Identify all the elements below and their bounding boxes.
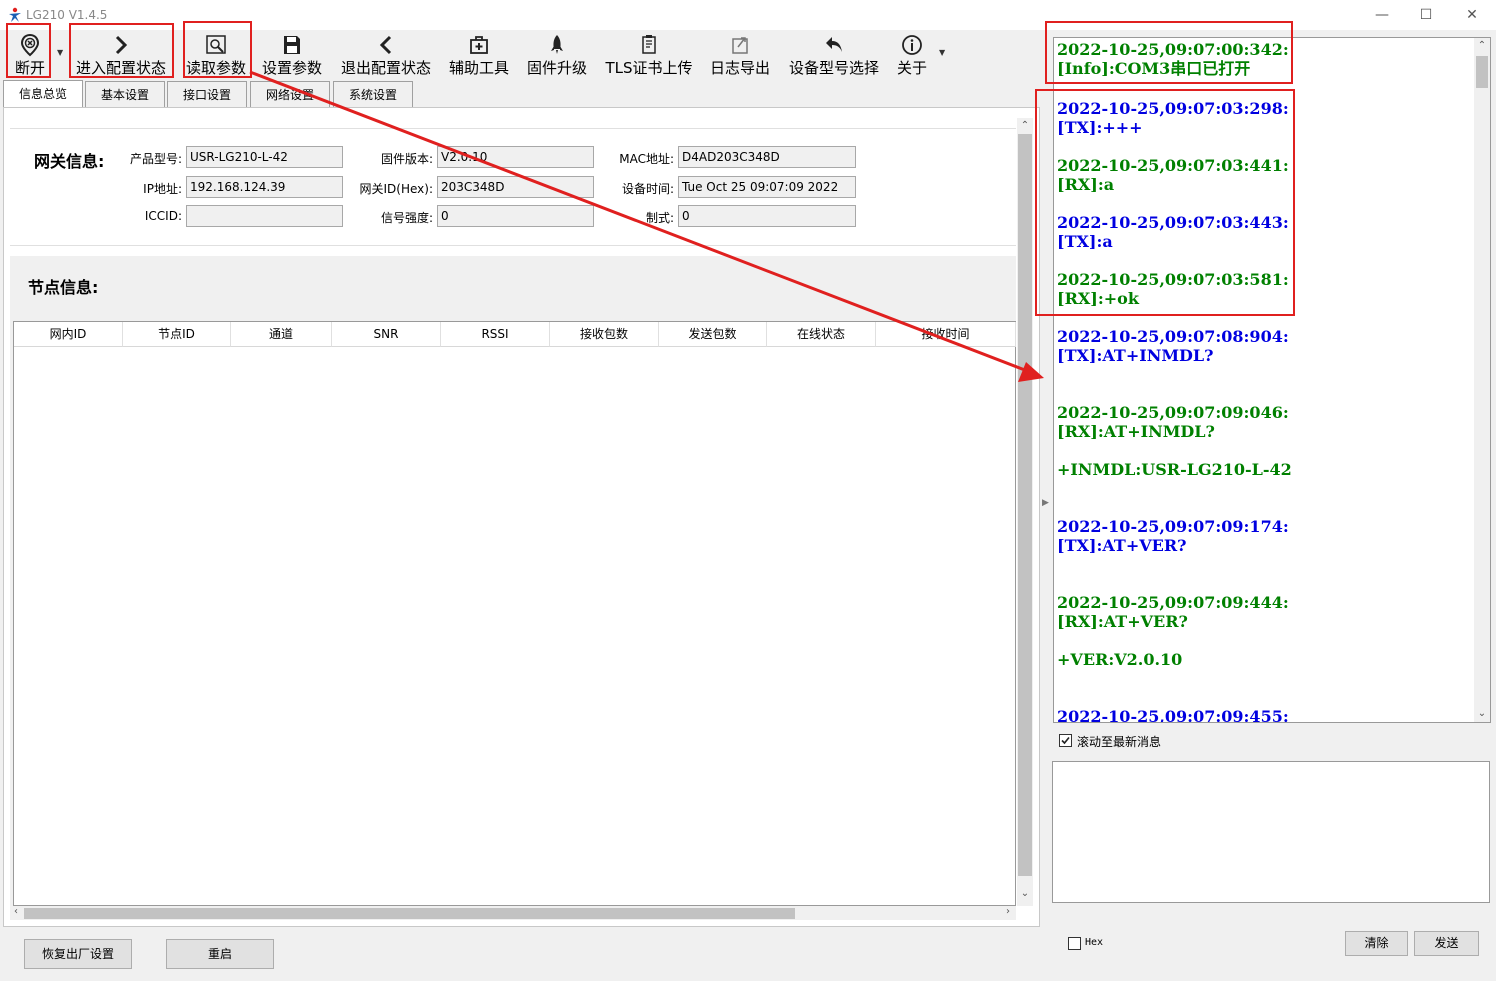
annotation-arrow — [249, 70, 1044, 382]
